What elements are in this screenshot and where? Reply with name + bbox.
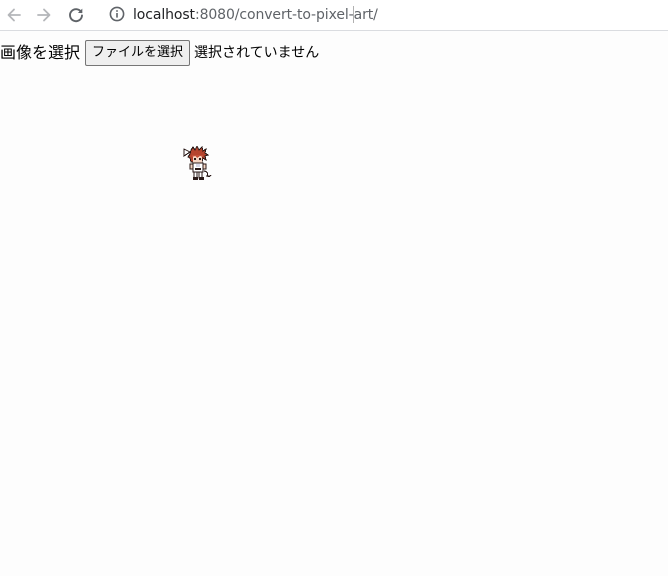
info-icon[interactable]	[108, 5, 126, 23]
text-cursor	[353, 6, 354, 23]
url-host: localhost	[133, 7, 195, 23]
forward-button[interactable]	[33, 4, 55, 26]
reload-button[interactable]	[65, 4, 87, 26]
choose-file-button[interactable]: ファイルを選択	[85, 40, 191, 66]
back-button[interactable]	[3, 4, 25, 26]
browser-toolbar: localhost:8080/convert-to-pixel-art/	[0, 0, 668, 31]
url-path: :8080/convert-to-pixel-art/	[194, 7, 378, 23]
arrow-left-icon	[7, 8, 21, 22]
select-image-label: 画像を選択	[0, 43, 81, 62]
preview-area	[0, 70, 668, 576]
file-status-text: 選択されていません	[194, 45, 320, 61]
reload-icon	[69, 8, 83, 23]
file-picker-row: 画像を選択 ファイルを選択 選択されていません	[0, 40, 319, 66]
arrow-right-icon	[37, 8, 51, 22]
pixel-art-character-image	[183, 146, 212, 180]
address-bar[interactable]: localhost:8080/convert-to-pixel-art/	[133, 7, 378, 23]
